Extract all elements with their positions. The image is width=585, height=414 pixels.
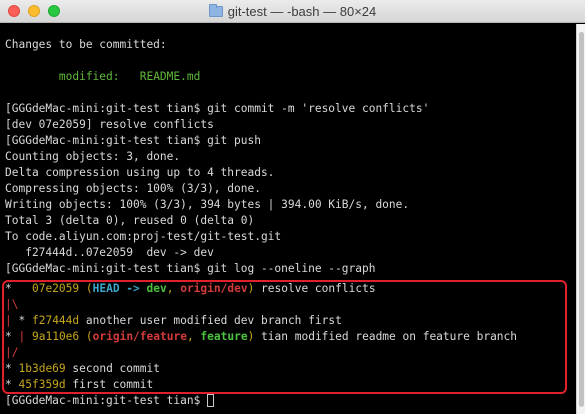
title-bar[interactable]: git-test — -bash — 80×24: [0, 0, 585, 23]
command-line: [GGGdeMac-mini:git-test tian$ git push: [5, 134, 261, 147]
prompt-line[interactable]: [GGGdeMac-mini:git-test tian$: [5, 393, 215, 409]
output-line: Writing objects: 100% (3/3), 394 bytes |…: [5, 198, 410, 211]
output-line: Total 3 (delta 0), reused 0 (delta 0): [5, 214, 255, 227]
terminal-window: git-test — -bash — 80×24 Changes to be c…: [0, 0, 585, 414]
command-line: [GGGdeMac-mini:git-test tian$ git commit…: [5, 102, 430, 115]
output-line: f27444d..07e2059 dev -> dev: [5, 246, 214, 259]
folder-icon: [208, 4, 223, 17]
output-line: Delta compression using up to 4 threads.: [5, 166, 275, 179]
output-line: modified: README.md: [5, 69, 200, 85]
vertical-scrollbar[interactable]: [576, 24, 585, 414]
command-line: [GGGdeMac-mini:git-test tian$ git log --…: [5, 262, 376, 275]
modified-file: README.md: [139, 70, 201, 83]
text-cursor: [207, 394, 215, 407]
output-line: [dev 07e2059] resolve conflicts: [5, 118, 214, 131]
output-line: Counting objects: 3, done.: [5, 150, 181, 163]
shell-prompt: [GGGdeMac-mini:git-test tian$: [5, 394, 208, 407]
window-title-text: git-test — -bash — 80×24: [227, 4, 377, 19]
output-line: Compressing objects: 100% (3/3), done.: [5, 182, 261, 195]
modified-label: modified:: [5, 70, 140, 83]
scrollbar-thumb[interactable]: [579, 32, 584, 407]
output-line: To code.aliyun.com:proj-test/git-test.gi…: [5, 230, 282, 243]
output-line: Changes to be committed:: [5, 38, 167, 51]
graph-highlight-box: [2, 280, 567, 394]
window-title: git-test — -bash — 80×24: [0, 0, 585, 23]
